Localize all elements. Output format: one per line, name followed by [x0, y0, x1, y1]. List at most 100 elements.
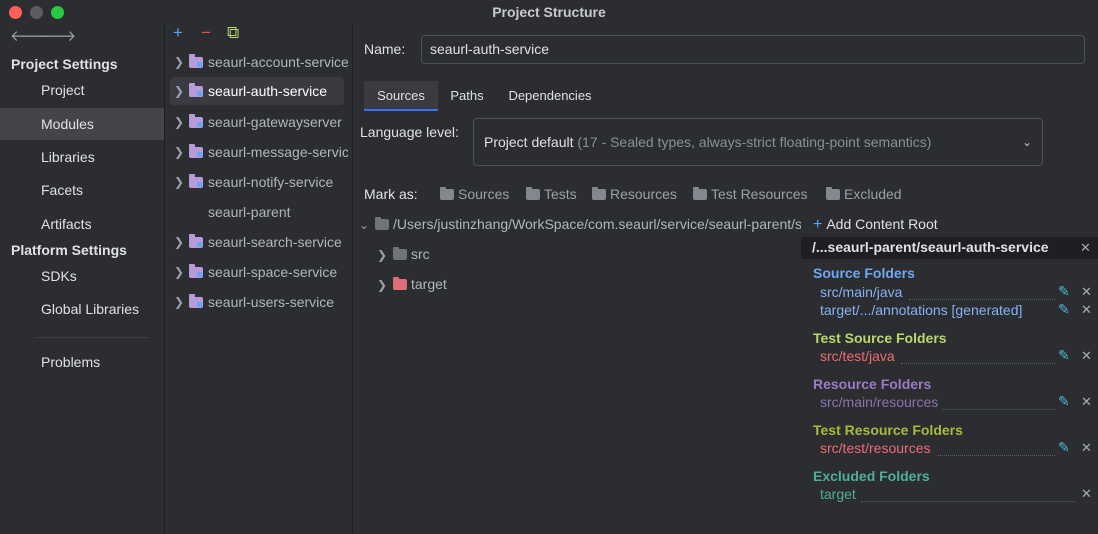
- chevron-down-icon[interactable]: ⌄: [359, 211, 373, 239]
- content-root-path: /...seaurl-parent/seaurl-auth-service: [812, 239, 1049, 255]
- chevron-right-icon[interactable]: ❯: [174, 228, 184, 256]
- dotted-leader: [909, 299, 1055, 300]
- module-label: seaurl-message-service: [208, 144, 348, 160]
- add-module-button[interactable]: +: [173, 24, 183, 41]
- sidebar-item-sdks[interactable]: SDKs: [0, 260, 164, 292]
- folder-icon: [826, 187, 840, 200]
- mark-option-label: Test Resources: [711, 186, 808, 202]
- language-level-value: Project default: [484, 134, 574, 150]
- mark-resources-button[interactable]: Resources: [592, 186, 677, 202]
- close-icon[interactable]: ✕: [1081, 348, 1092, 364]
- list-item[interactable]: ❯ seaurl-search-service: [170, 228, 348, 256]
- folder-icon: [440, 187, 454, 200]
- close-icon[interactable]: ✕: [1081, 284, 1092, 300]
- add-content-root-label: Add Content Root: [826, 216, 938, 232]
- sidebar-item-libraries[interactable]: Libraries: [0, 141, 164, 173]
- module-label: seaurl-notify-service: [208, 174, 334, 190]
- pencil-icon[interactable]: ✎: [1058, 283, 1070, 300]
- module-folder-icon: [189, 144, 203, 158]
- chevron-right-icon[interactable]: ❯: [174, 48, 184, 76]
- add-content-root-button[interactable]: + Add Content Root: [813, 216, 938, 234]
- mark-tests-button[interactable]: Tests: [526, 186, 577, 202]
- chevron-right-icon[interactable]: ❯: [174, 138, 184, 166]
- forward-arrow-icon[interactable]: 🡒: [36, 26, 76, 45]
- tree-item-label: target: [411, 276, 447, 292]
- chevron-right-icon[interactable]: ❯: [174, 258, 184, 286]
- module-folder-icon: [189, 234, 203, 248]
- pencil-icon[interactable]: ✎: [1058, 347, 1070, 364]
- sidebar-item-artifacts[interactable]: Artifacts: [0, 208, 164, 240]
- mark-option-label: Tests: [544, 186, 577, 202]
- remove-module-button[interactable]: −: [201, 24, 211, 41]
- module-folder-icon: [189, 83, 203, 97]
- sidebar-item-problems[interactable]: Problems: [0, 346, 164, 378]
- project-settings-heading: Project Settings: [11, 56, 118, 72]
- mark-sources-button[interactable]: Sources: [440, 186, 509, 202]
- list-item[interactable]: ❯ seaurl-gatewayserver: [170, 108, 348, 136]
- list-item[interactable]: ❯ seaurl-space-service: [170, 258, 348, 286]
- module-folder-icon: [189, 54, 203, 68]
- list-item[interactable]: seaurl-parent: [170, 198, 348, 226]
- resource-folders-title: Resource Folders: [813, 376, 932, 392]
- pencil-icon[interactable]: ✎: [1058, 439, 1070, 456]
- sidebar-item-modules[interactable]: Modules: [0, 108, 164, 140]
- window-title: Project Structure: [492, 4, 606, 20]
- folder-icon: [693, 187, 707, 200]
- module-label: seaurl-users-service: [208, 294, 335, 310]
- test-resource-folders-title: Test Resource Folders: [813, 422, 963, 438]
- chevron-right-icon[interactable]: ❯: [174, 77, 184, 105]
- chevron-right-icon[interactable]: ❯: [377, 241, 391, 269]
- close-icon[interactable]: ✕: [1081, 440, 1092, 456]
- dotted-leader: [943, 409, 1055, 410]
- close-icon[interactable]: ✕: [1081, 486, 1092, 502]
- list-item[interactable]: ❯ seaurl-message-service: [170, 138, 348, 166]
- chevron-right-icon[interactable]: ❯: [174, 168, 184, 196]
- dotted-leader: [938, 455, 1055, 456]
- sidebar-divider: [34, 337, 150, 338]
- pencil-icon[interactable]: ✎: [1058, 393, 1070, 410]
- tab-dependencies[interactable]: Dependencies: [504, 81, 596, 111]
- close-icon[interactable]: ✕: [1081, 302, 1092, 318]
- sidebar-item-global-libraries[interactable]: Global Libraries: [0, 293, 164, 325]
- module-folder-icon: [189, 174, 203, 188]
- sidebar-item-project[interactable]: Project: [0, 74, 164, 106]
- copy-module-button[interactable]: ⧉: [227, 24, 239, 41]
- resource-folder-entry[interactable]: src/main/resources: [820, 394, 938, 410]
- mark-excluded-button[interactable]: Excluded: [826, 186, 902, 202]
- mark-option-label: Resources: [610, 186, 677, 202]
- chevron-right-icon[interactable]: ❯: [377, 271, 391, 299]
- platform-settings-heading: Platform Settings: [11, 242, 127, 258]
- chevron-right-icon[interactable]: ❯: [174, 108, 184, 136]
- test-resource-folder-entry[interactable]: src/test/resources: [820, 440, 930, 456]
- mark-option-label: Excluded: [844, 186, 902, 202]
- chevron-right-icon[interactable]: ❯: [174, 288, 184, 316]
- module-name-input[interactable]: seaurl-auth-service: [421, 35, 1085, 64]
- language-level-select[interactable]: Project default (17 - Sealed types, alwa…: [473, 118, 1043, 166]
- mark-test-resources-button[interactable]: Test Resources: [693, 186, 807, 202]
- list-item[interactable]: ❯ seaurl-auth-service: [170, 77, 344, 105]
- tree-row-root[interactable]: ⌄ /Users/justinzhang/WorkSpace/com.seaurl…: [359, 210, 801, 238]
- tree-item-label: src: [411, 246, 430, 262]
- chevron-down-icon: ⌄: [1021, 135, 1032, 149]
- sidebar-item-facets[interactable]: Facets: [0, 174, 164, 206]
- module-label: seaurl-parent: [208, 204, 291, 220]
- mark-as-label: Mark as:: [364, 186, 418, 202]
- list-item[interactable]: ❯ seaurl-notify-service: [170, 168, 348, 196]
- tree-row-target[interactable]: ❯ target: [377, 270, 447, 298]
- language-level-detail: (17 - Sealed types, always-strict floati…: [577, 134, 932, 150]
- module-label: seaurl-space-service: [208, 264, 338, 280]
- mark-option-label: Sources: [458, 186, 510, 202]
- list-item[interactable]: ❯ seaurl-account-service: [170, 48, 348, 76]
- test-source-folder-entry[interactable]: src/test/java: [820, 348, 895, 364]
- close-icon[interactable]: ✕: [1081, 394, 1092, 410]
- source-folder-entry[interactable]: target/.../annotations [generated]: [820, 302, 1022, 318]
- pencil-icon[interactable]: ✎: [1058, 301, 1070, 318]
- tree-row-src[interactable]: ❯ src: [377, 240, 430, 268]
- source-folder-entry[interactable]: src/main/java: [820, 284, 902, 300]
- tab-paths[interactable]: Paths: [444, 81, 490, 111]
- list-item[interactable]: ❯ seaurl-users-service: [170, 288, 348, 316]
- excluded-folder-entry[interactable]: target: [820, 486, 856, 502]
- close-icon[interactable]: ✕: [1080, 240, 1091, 256]
- module-folder-icon: [189, 294, 203, 308]
- tab-sources[interactable]: Sources: [364, 81, 438, 111]
